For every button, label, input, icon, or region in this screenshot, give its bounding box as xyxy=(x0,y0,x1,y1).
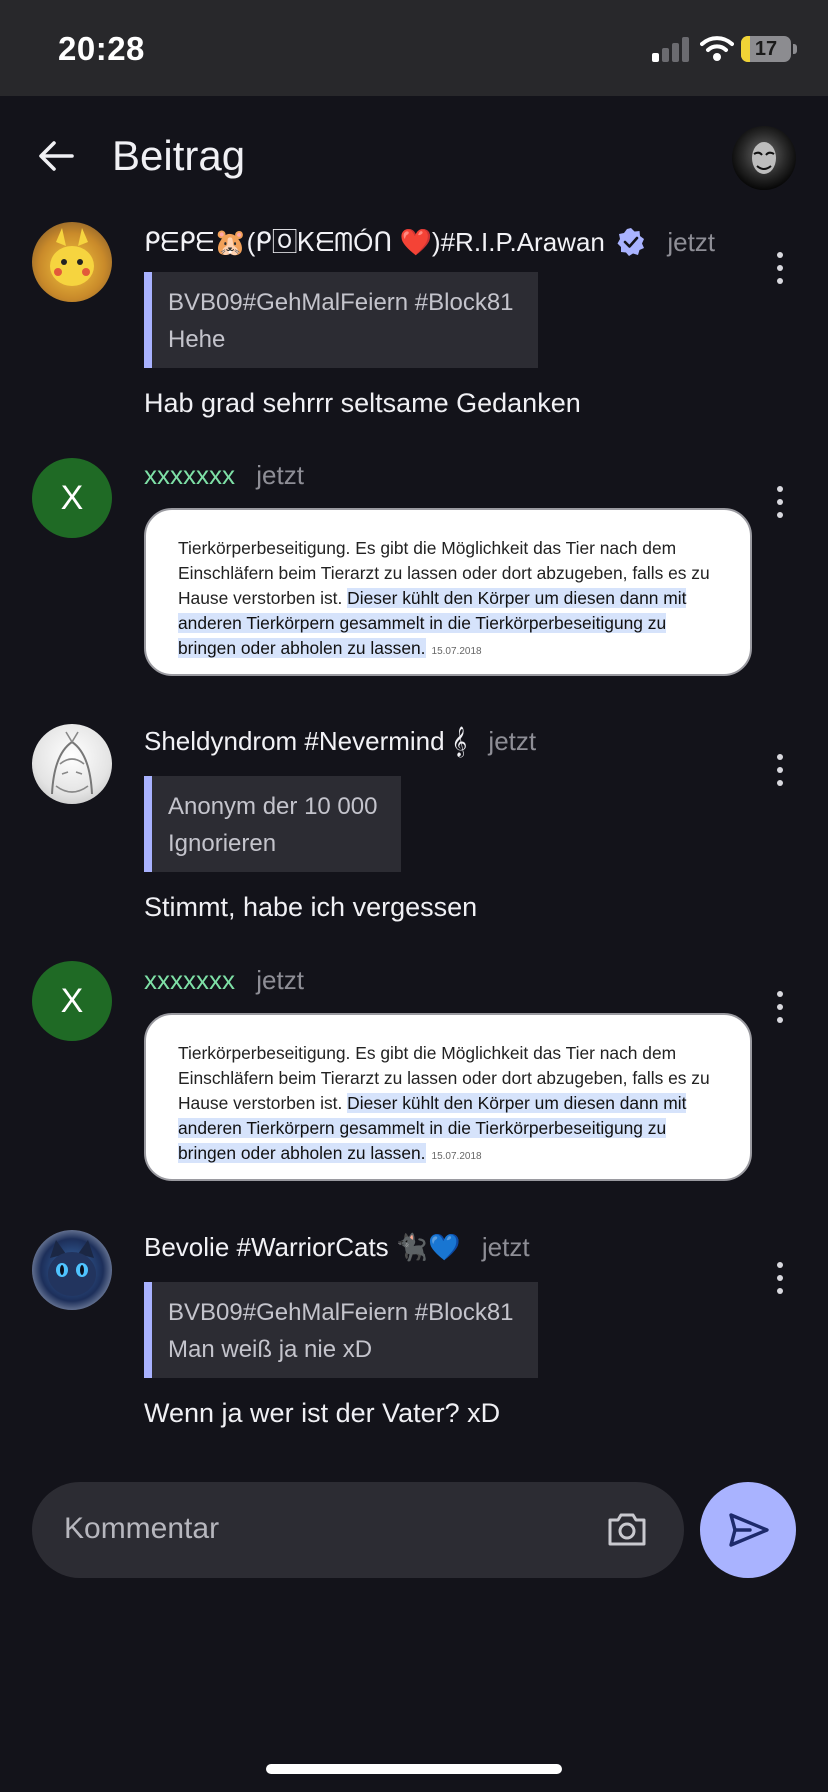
verified-badge-icon xyxy=(617,228,645,256)
comment-input-placeholder: Kommentar xyxy=(64,1512,220,1545)
comment-time: jetzt xyxy=(256,965,304,995)
send-icon xyxy=(729,1513,769,1547)
more-options-icon[interactable] xyxy=(770,754,790,788)
image-line: bringen oder abholen zu lassen. 15.07.201… xyxy=(178,1141,722,1169)
avatar[interactable] xyxy=(32,724,112,804)
highlighted-text: anderen Tierkörpern gesammelt in die Tie… xyxy=(178,613,667,633)
quote-author: Anonym der 10 000 xyxy=(168,793,378,820)
battery-tip xyxy=(793,44,797,54)
highlighted-text: bringen oder abholen zu lassen. xyxy=(178,1143,426,1163)
author-name[interactable]: ᑭᗴᑭᗴ🐹(ᑭ🄾ᏦᗴᗰÓᑎ ❤️)#R.I.P.Arawan xyxy=(144,227,605,257)
image-line: Tierkörperbeseitigung. Es gibt die Mögli… xyxy=(178,1043,677,1063)
comment-text: Wenn ja wer ist der Vater? xD xyxy=(144,1398,501,1428)
quoted-comment[interactable]: Anonym der 10 000 Ignorieren xyxy=(144,776,402,872)
screenshot-image[interactable]: Tierkörperbeseitigung. Es gibt die Mögli… xyxy=(144,508,752,676)
status-time: 20:28 xyxy=(58,30,145,67)
quote-text: Man weiß ja nie xD xyxy=(168,1336,373,1363)
highlighted-text: anderen Tierkörpern gesammelt in die Tie… xyxy=(178,1118,667,1138)
image-line: Hause verstorben ist. Dieser kühlt den K… xyxy=(178,586,722,611)
more-options-icon[interactable] xyxy=(770,991,790,1025)
comment-text: Hab grad sehrrr seltsame Gedanken xyxy=(144,388,581,418)
quoted-comment[interactable]: BVB09#GehMalFeiern #Block81 Man weiß ja … xyxy=(144,1282,538,1378)
author-name[interactable]: Sheldyndrom #Nevermind 𝄞 xyxy=(144,726,467,756)
image-line: Einschläfern beim Tierarzt zu lassen ode… xyxy=(178,1068,710,1088)
author-name[interactable]: xxxxxxx xyxy=(144,460,235,490)
highlighted-text: bringen oder abholen zu lassen. xyxy=(178,638,426,658)
send-button[interactable] xyxy=(700,1482,796,1578)
avatar[interactable] xyxy=(32,1230,112,1310)
avatar[interactable]: X xyxy=(32,458,112,538)
image-line: anderen Tierkörpern gesammelt in die Tie… xyxy=(178,1116,722,1141)
quote-text: Ignorieren xyxy=(168,830,277,857)
more-options-icon[interactable] xyxy=(770,252,790,286)
home-indicator xyxy=(266,1764,562,1774)
app-bar: Beitrag xyxy=(0,96,828,224)
author-name[interactable]: xxxxxxx xyxy=(144,965,235,995)
image-line: Hause verstorben ist. Dieser kühlt den K… xyxy=(178,1091,722,1116)
back-arrow-icon[interactable] xyxy=(36,136,76,176)
image-line: Einschläfern beim Tierarzt zu lassen ode… xyxy=(178,563,710,583)
comment-header: xxxxxxx jetzt xyxy=(144,460,304,491)
quote-text: Hehe xyxy=(168,326,226,353)
highlighted-text: Dieser kühlt den Körper um diesen dann m… xyxy=(347,1093,687,1113)
sketch-avatar-image xyxy=(51,731,93,795)
quote-author: BVB09#GehMalFeiern #Block81 xyxy=(168,1299,514,1326)
camera-icon[interactable] xyxy=(606,1510,648,1548)
comment-time: jetzt xyxy=(481,1232,530,1262)
highlighted-text: Dieser kühlt den Körper um diesen dann m… xyxy=(347,588,687,608)
battery-percentage: 17 xyxy=(754,38,778,60)
screenshot-image[interactable]: Tierkörperbeseitigung. Es gibt die Mögli… xyxy=(144,1013,752,1181)
image-line: anderen Tierkörpern gesammelt in die Tie… xyxy=(178,611,722,636)
quoted-comment[interactable]: BVB09#GehMalFeiern #Block81 Hehe xyxy=(144,272,538,368)
comment-time: jetzt xyxy=(488,726,537,756)
image-text: Hause verstorben ist. xyxy=(178,588,348,608)
comment-header: ᑭᗴᑭᗴ🐹(ᑭ🄾ᏦᗴᗰÓᑎ ❤️)#R.I.P.Arawan jetzt xyxy=(144,222,715,259)
comment-input[interactable]: Kommentar xyxy=(32,1482,684,1578)
page-title: Beitrag xyxy=(112,132,246,179)
image-line: bringen oder abholen zu lassen. 15.07.201… xyxy=(178,636,722,664)
avatar[interactable]: X xyxy=(32,961,112,1041)
comment-time: jetzt xyxy=(256,460,304,490)
comment-time: jetzt xyxy=(667,227,716,257)
pokemon-avatar-image xyxy=(50,228,94,286)
comment-header: Bevolie #WarriorCats 🐈‍⬛💙 jetzt xyxy=(144,1232,530,1263)
avatar[interactable] xyxy=(32,222,112,302)
image-text: Hause verstorben ist. xyxy=(178,1093,348,1113)
more-options-icon[interactable] xyxy=(770,486,790,520)
user-avatar[interactable] xyxy=(732,126,796,190)
comment-text: Stimmt, habe ich vergessen xyxy=(144,892,478,922)
image-date: 15.07.2018 xyxy=(431,646,482,657)
comment-header: xxxxxxx jetzt xyxy=(144,965,304,996)
comment-header: Sheldyndrom #Nevermind 𝄞 jetzt xyxy=(144,726,536,758)
cat-avatar-image xyxy=(48,1240,96,1296)
more-options-icon[interactable] xyxy=(770,1262,790,1296)
image-line: Tierkörperbeseitigung. Es gibt die Mögli… xyxy=(178,538,677,558)
image-date: 15.07.2018 xyxy=(431,1151,482,1162)
cellular-signal-icon xyxy=(652,36,690,62)
status-bar: 20:28 17 xyxy=(0,0,828,96)
quote-author: BVB09#GehMalFeiern #Block81 xyxy=(168,289,514,316)
author-name[interactable]: Bevolie #WarriorCats 🐈‍⬛💙 xyxy=(144,1232,461,1262)
battery-icon: 17 xyxy=(741,36,791,62)
wifi-icon xyxy=(700,36,734,61)
mask-avatar-image xyxy=(752,142,776,174)
